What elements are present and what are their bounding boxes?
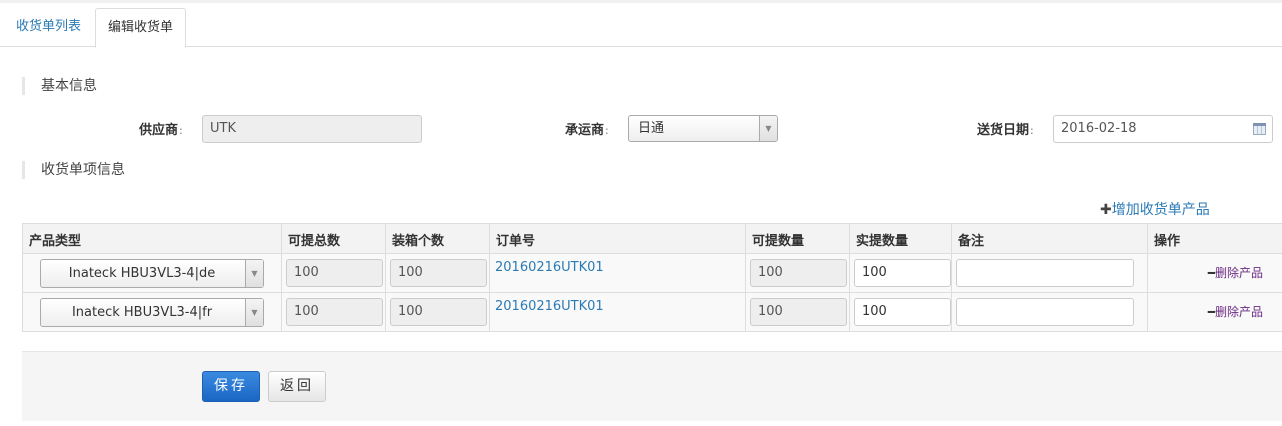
table-header-row: 产品类型 可提总数 装箱个数 订单号 可提数量 实提数量 备注 操作 xyxy=(22,223,1282,254)
chevron-down-icon: ▼ xyxy=(245,299,263,326)
order-number-link[interactable]: 20160216UTK01 xyxy=(495,299,604,314)
minus-icon: ━ xyxy=(1207,266,1215,280)
delivery-date-value: 2016-02-18 xyxy=(1061,121,1137,136)
chevron-down-icon: ▼ xyxy=(759,116,777,141)
tab-edit-receipt[interactable]: 编辑收货单 xyxy=(95,8,186,48)
carrier-label: 承运商: xyxy=(565,123,609,138)
note-input[interactable] xyxy=(956,298,1134,326)
tab-receipt-list[interactable]: 收货单列表 xyxy=(2,8,95,47)
actual-qty-input[interactable]: 100 xyxy=(854,298,951,326)
back-button[interactable]: 返回 xyxy=(268,371,326,402)
table-row: Inateck HBU3VL3-4|de ▼ 100 100 20160216U… xyxy=(22,253,1282,293)
note-input[interactable] xyxy=(956,259,1134,287)
col-order-no: 订单号 xyxy=(489,223,746,254)
add-product-label: 增加收货单产品 xyxy=(1111,202,1210,218)
carrier-select-value: 日通 xyxy=(638,121,665,136)
tab-bar: 收货单列表 编辑收货单 xyxy=(0,8,1282,48)
save-button[interactable]: 保存 xyxy=(202,371,260,402)
col-product-type: 产品类型 xyxy=(22,223,282,254)
chevron-down-icon: ▼ xyxy=(245,260,263,287)
product-type-value: Inateck HBU3VL3-4|de xyxy=(68,266,216,281)
available-qty-field[interactable]: 100 xyxy=(750,298,847,326)
delete-product-link[interactable]: ━删除产品 xyxy=(1208,303,1263,320)
item-info-heading: 收货单项信息 xyxy=(22,161,125,179)
actual-qty-input[interactable]: 100 xyxy=(854,259,951,287)
col-available: 可提数量 xyxy=(745,223,850,254)
supplier-label: 供应商: xyxy=(139,123,183,138)
available-qty-field[interactable]: 100 xyxy=(750,259,847,287)
plus-icon: ✚ xyxy=(1100,202,1112,218)
minus-icon: ━ xyxy=(1207,305,1215,319)
col-actions: 操作 xyxy=(1147,223,1282,254)
per-box-field[interactable]: 100 xyxy=(390,259,487,287)
table-row: Inateck HBU3VL3-4|fr ▼ 100 100 20160216U… xyxy=(22,292,1282,332)
order-number-link[interactable]: 20160216UTK01 xyxy=(495,260,604,275)
delivery-date-field[interactable]: 2016-02-18 xyxy=(1053,115,1273,143)
product-type-select[interactable]: Inateck HBU3VL3-4|de ▼ xyxy=(40,259,264,288)
total-field[interactable]: 100 xyxy=(286,259,383,287)
product-type-select[interactable]: Inateck HBU3VL3-4|fr ▼ xyxy=(40,298,264,327)
delete-product-link[interactable]: ━删除产品 xyxy=(1208,264,1263,281)
calendar-icon[interactable] xyxy=(1253,123,1266,135)
col-actual: 实提数量 xyxy=(849,223,952,254)
col-total: 可提总数 xyxy=(281,223,386,254)
receipt-items-table: 产品类型 可提总数 装箱个数 订单号 可提数量 实提数量 备注 操作 Inate… xyxy=(22,223,1282,332)
supplier-field[interactable]: UTK xyxy=(202,115,422,143)
add-product-link[interactable]: ✚增加收货单产品 xyxy=(1100,199,1210,219)
delivery-date-label: 送货日期: xyxy=(977,123,1034,138)
per-box-field[interactable]: 100 xyxy=(390,298,487,326)
basic-info-heading: 基本信息 xyxy=(22,77,97,95)
col-per-box: 装箱个数 xyxy=(385,223,490,254)
col-note: 备注 xyxy=(951,223,1148,254)
product-type-value: Inateck HBU3VL3-4|fr xyxy=(71,305,213,320)
carrier-select[interactable]: 日通 ▼ xyxy=(628,115,778,142)
form-actions-bar: 保存 返回 xyxy=(22,351,1282,421)
top-divider xyxy=(0,0,1282,3)
total-field[interactable]: 100 xyxy=(286,298,383,326)
